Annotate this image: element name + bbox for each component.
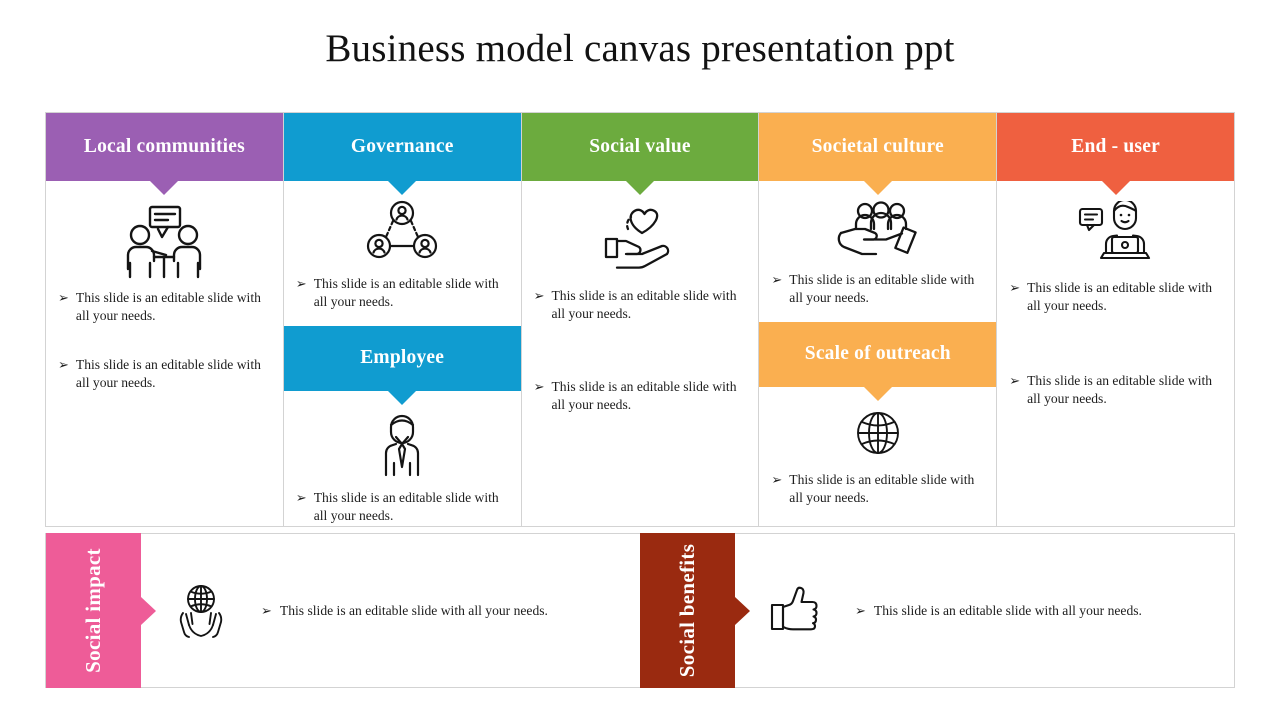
list-item-text: This slide is an editable slide with all… <box>789 272 975 306</box>
sub-header-label: Employee <box>360 347 445 369</box>
list-item: ➢ This slide is an editable slide with a… <box>534 287 747 324</box>
bullet-arrow-icon: ➢ <box>533 378 545 394</box>
vertical-tab-label: Social benefits <box>675 543 700 678</box>
bottom-cell-social-benefits: ➢ This slide is an editable slide with a… <box>735 534 1234 687</box>
canvas-column-local-communities: Local communities ➢ This slide is an edi… <box>46 113 284 526</box>
canvas-column-end-user: End - user ➢ This slide is an editable s… <box>997 113 1234 526</box>
bullet-arrow-icon: ➢ <box>1009 372 1021 388</box>
tab-arrow-icon <box>141 596 156 625</box>
page-title: Business model canvas presentation ppt <box>325 27 955 70</box>
header-arrow-icon <box>388 181 417 195</box>
list-item: ➢ This slide is an editable slide with a… <box>296 275 509 312</box>
slide-canvas: Business model canvas presentation ppt L… <box>0 0 1280 720</box>
list-item: ➢ This slide is an editable slide with a… <box>296 489 509 526</box>
header-arrow-icon <box>150 181 179 195</box>
column-header-label: Governance <box>350 136 454 158</box>
people-meeting-icon <box>46 181 283 285</box>
list-item: ➢ This slide is an editable slide with a… <box>534 378 747 415</box>
bullet-list: ➢ This slide is an editable slide with a… <box>522 273 759 440</box>
bullet-arrow-icon: ➢ <box>58 290 69 305</box>
list-item: ➢ This slide is an editable slide with a… <box>1009 372 1222 409</box>
bottom-text-value: This slide is an editable slide with all… <box>873 602 1142 618</box>
column-header-local-communities[interactable]: Local communities <box>46 113 283 195</box>
list-item-text: This slide is an editable slide with all… <box>789 471 975 506</box>
canvas-grid: Local communities ➢ This slide is an edi… <box>45 112 1235 527</box>
list-item-text: This slide is an editable slide with all… <box>75 356 261 391</box>
column-spacer <box>522 440 759 526</box>
header-arrow-icon <box>625 181 654 195</box>
bottom-cell-social-impact: ➢ This slide is an editable slide with a… <box>141 534 640 687</box>
canvas-column-societal-culture: Societal culture ➢ This slide is an edit… <box>759 113 998 526</box>
list-item-text: This slide is an editable slide with all… <box>313 489 499 524</box>
bullet-arrow-icon: ➢ <box>855 602 866 618</box>
bullet-arrow-icon: ➢ <box>295 489 307 505</box>
sub-header-arrow-icon <box>863 386 892 401</box>
vertical-tab-label: Social impact <box>81 548 106 673</box>
bullet-arrow-icon: ➢ <box>295 276 307 291</box>
list-item-text: This slide is an editable slide with all… <box>1027 280 1213 314</box>
bullet-arrow-icon: ➢ <box>533 288 545 303</box>
column-header-label: Local communities <box>83 136 245 158</box>
list-item-text: This slide is an editable slide with all… <box>551 378 737 413</box>
vertical-tab-social-impact[interactable]: Social impact <box>46 533 156 688</box>
list-item: ➢ This slide is an editable slide with a… <box>1009 279 1222 316</box>
bottom-strip: Social impact ➢ This slide is an editabl… <box>45 533 1235 688</box>
bullet-arrow-icon: ➢ <box>1009 280 1021 295</box>
column-header-label: End - user <box>1071 136 1160 158</box>
list-item: ➢ This slide is an editable slide with a… <box>58 356 271 393</box>
list-item-text: This slide is an editable slide with all… <box>1027 372 1213 407</box>
column-header-governance[interactable]: Governance <box>283 113 521 195</box>
list-item: ➢ This slide is an editable slide with a… <box>58 289 271 326</box>
column-header-label: Social value <box>589 136 691 158</box>
bullet-list: ➢ This slide is an editable slide with a… <box>759 461 996 534</box>
column-header-social-value[interactable]: Social value <box>521 113 759 195</box>
bottom-text-value: This slide is an editable slide with all… <box>279 602 548 618</box>
column-spacer <box>46 418 283 526</box>
bullet-list: ➢ This slide is an editable slide with a… <box>46 285 283 418</box>
sub-header-arrow-icon <box>388 390 417 405</box>
bottom-text-social-benefits: ➢ This slide is an editable slide with a… <box>855 603 1142 619</box>
sub-header-scale-of-outreach[interactable]: Scale of outreach <box>759 321 997 401</box>
bullet-arrow-icon: ➢ <box>58 356 69 372</box>
list-item: ➢ This slide is an editable slide with a… <box>771 471 984 508</box>
bullet-list: ➢ This slide is an editable slide with a… <box>284 265 521 326</box>
sub-header-employee[interactable]: Employee <box>283 325 521 405</box>
list-item-text: This slide is an editable slide with all… <box>75 290 261 324</box>
hands-globe-icon <box>141 583 261 639</box>
thumbs-up-icon <box>735 585 855 637</box>
bullet-arrow-icon: ➢ <box>261 602 272 618</box>
list-item: ➢ This slide is an editable slide with a… <box>771 271 984 308</box>
canvas-column-governance: Governance ➢ This slide is an editable s… <box>283 113 522 526</box>
bullet-arrow-icon: ➢ <box>771 471 783 487</box>
bottom-text-social-impact: ➢ This slide is an editable slide with a… <box>261 603 548 619</box>
column-spacer <box>997 434 1234 526</box>
sub-header-label: Scale of outreach <box>804 343 951 365</box>
header-arrow-icon <box>863 181 892 195</box>
list-item-text: This slide is an editable slide with all… <box>313 276 499 310</box>
header-arrow-icon <box>1101 181 1130 195</box>
list-item-text: This slide is an editable slide with all… <box>551 288 737 322</box>
tab-arrow-icon <box>735 596 750 625</box>
vertical-tab-social-benefits[interactable]: Social benefits <box>640 533 750 688</box>
column-header-end-user[interactable]: End - user <box>997 113 1234 195</box>
bullet-list: ➢ This slide is an editable slide with a… <box>997 265 1234 434</box>
column-header-societal-culture[interactable]: Societal culture <box>759 113 997 195</box>
canvas-column-social-value: Social value ➢ This slide is an editable… <box>521 113 760 526</box>
bullet-arrow-icon: ➢ <box>771 272 783 287</box>
column-header-label: Societal culture <box>811 136 944 158</box>
bullet-list: ➢ This slide is an editable slide with a… <box>759 265 996 322</box>
